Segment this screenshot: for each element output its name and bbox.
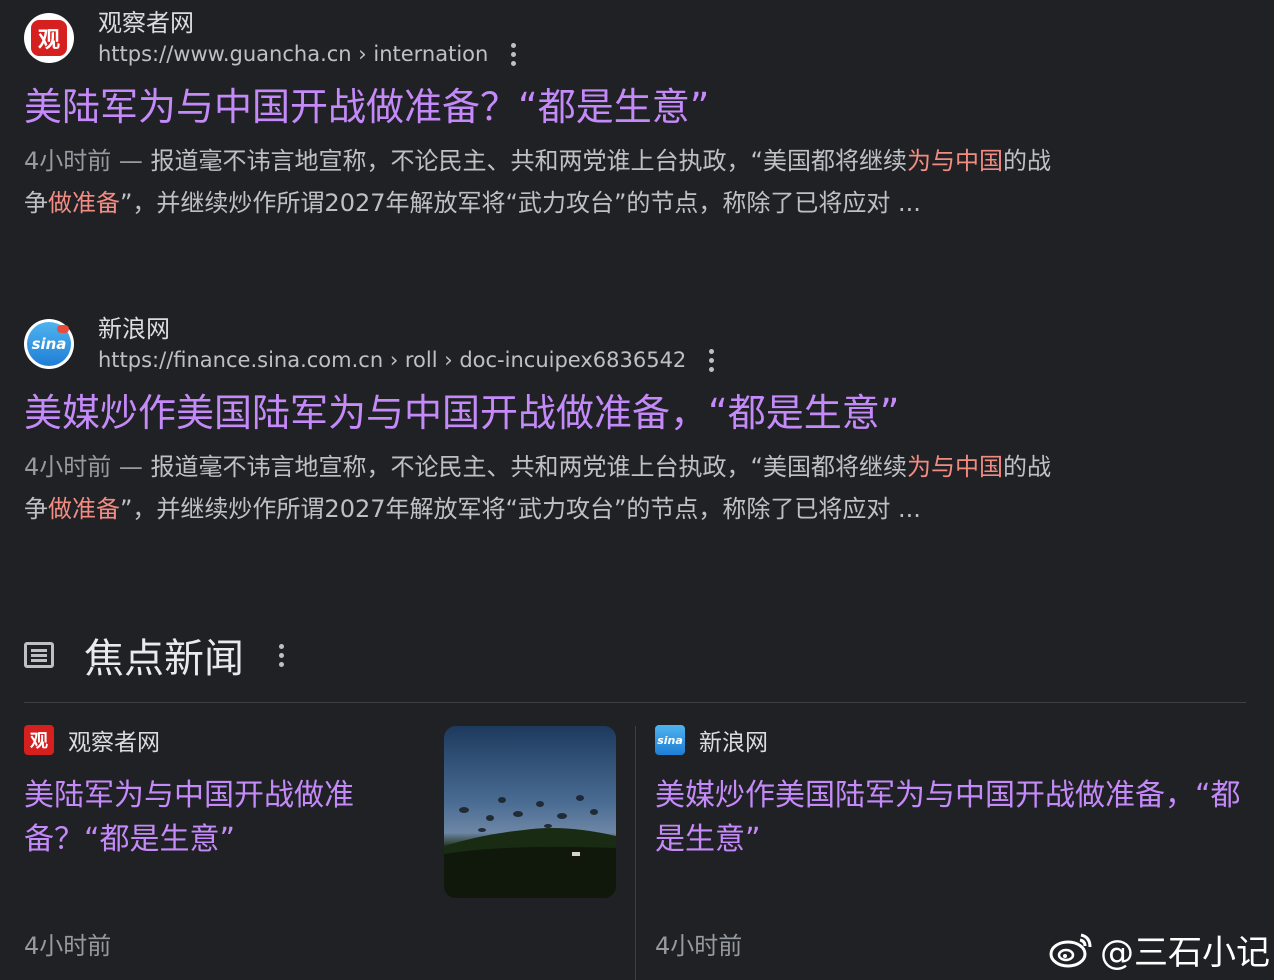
card-time: 4小时前 — [655, 932, 743, 960]
card-title-link[interactable]: 美媒炒作美国陆军为与中国开战做准备，“都是生意” — [655, 774, 1255, 862]
snippet-highlight: 为与中国 — [906, 453, 1003, 481]
result-snippet: 4小时前 — 报道毫不讳言地宣称，不论民主、共和两党谁上台执政，“美国都将继续为… — [24, 453, 1051, 523]
card-source: sina 新浪网 — [655, 720, 1255, 760]
result-title-link[interactable]: 美陆军为与中国开战做准备？“都是生意” — [24, 82, 1164, 132]
snippet-highlight: 为与中国 — [906, 147, 1003, 175]
watermark: @三石小记 — [1048, 922, 1270, 976]
sina-logo-icon: sina — [655, 725, 685, 755]
guancha-logo-icon: 观 — [24, 725, 54, 755]
site-name: 新浪网 — [98, 315, 170, 343]
result-title-link[interactable]: 美媒炒作美国陆军为与中国开战做准备，“都是生意” — [24, 388, 1164, 438]
site-url[interactable]: https://www.guancha.cn › internation — [98, 39, 488, 69]
search-result: sina 新浪网 https://finance.sina.com.cn › r… — [24, 314, 1164, 530]
result-snippet: 4小时前 — 报道毫不讳言地宣称，不论民主、共和两党谁上台执政，“美国都将继续为… — [24, 147, 1051, 217]
news-card[interactable]: sina 新浪网 美媒炒作美国陆军为与中国开战做准备，“都是生意” 4小时前 — [655, 720, 1255, 960]
card-title-link[interactable]: 美陆军为与中国开战做准备？“都是生意” — [24, 774, 424, 862]
more-options-icon[interactable] — [708, 348, 714, 372]
site-name: 观察者网 — [98, 9, 194, 37]
divider — [24, 702, 1246, 703]
result-source[interactable]: sina 新浪网 https://finance.sina.com.cn › r… — [24, 314, 1164, 374]
card-time: 4小时前 — [24, 932, 112, 960]
top-stories-title: 焦点新闻 — [84, 636, 244, 682]
result-source[interactable]: 观 观察者网 https://www.guancha.cn › internat… — [24, 8, 1164, 68]
result-date: 4小时前 — — [24, 147, 151, 175]
news-thumbnail-image[interactable] — [444, 726, 616, 898]
snippet-highlight: 做准备 — [48, 495, 120, 523]
guancha-favicon-icon: 观 — [24, 13, 74, 63]
card-source: 观 观察者网 — [24, 720, 424, 760]
newspaper-icon — [24, 642, 54, 668]
search-result: 观 观察者网 https://www.guancha.cn › internat… — [24, 8, 1164, 224]
sina-favicon-icon: sina — [24, 319, 74, 369]
site-url[interactable]: https://finance.sina.com.cn › roll › doc… — [98, 345, 686, 375]
divider — [635, 726, 636, 980]
more-options-icon[interactable] — [510, 42, 516, 66]
watermark-text: @三石小记 — [1100, 932, 1270, 973]
news-card[interactable]: 观 观察者网 美陆军为与中国开战做准备？“都是生意” 4小时前 — [24, 720, 424, 960]
weibo-icon — [1049, 933, 1092, 968]
more-options-icon[interactable] — [278, 643, 284, 667]
result-date: 4小时前 — — [24, 453, 151, 481]
top-stories-header: 焦点新闻 — [24, 626, 284, 684]
snippet-highlight: 做准备 — [48, 189, 120, 217]
search-results-page: 观 观察者网 https://www.guancha.cn › internat… — [0, 0, 1274, 980]
